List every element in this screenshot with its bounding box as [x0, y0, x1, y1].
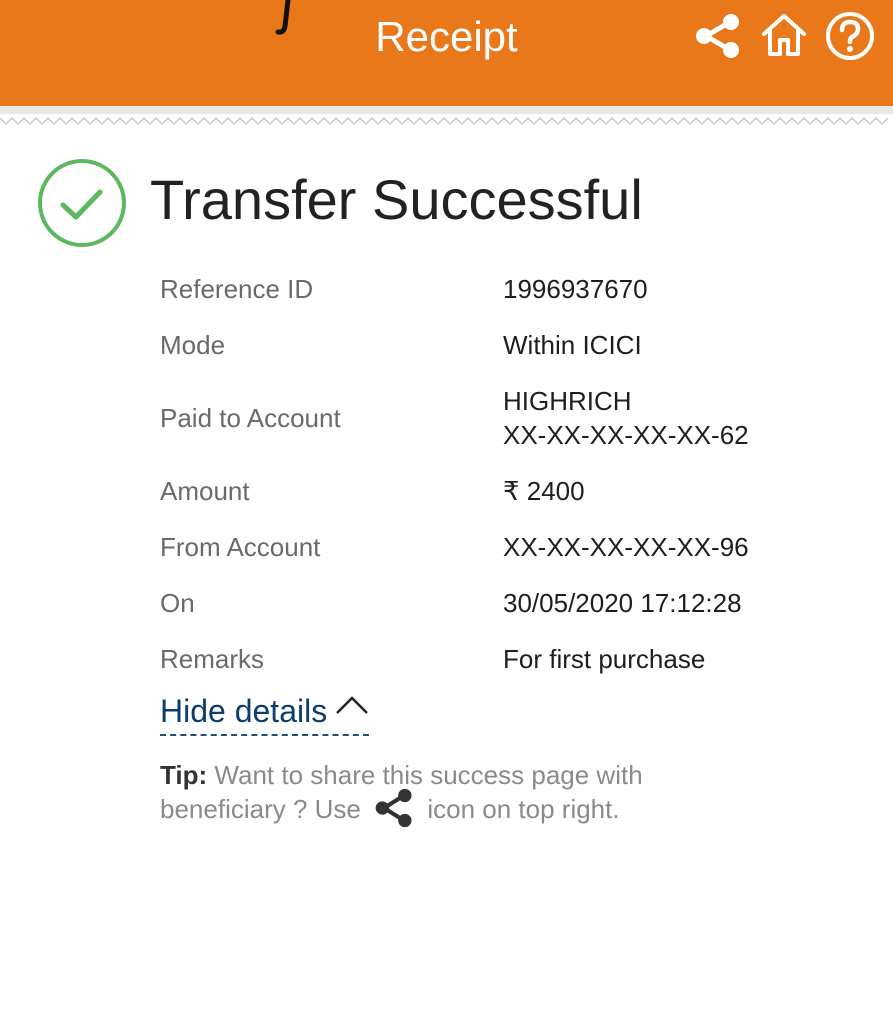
detail-row-paid-to-account: Paid to Account HIGHRICH XX-XX-XX-XX-XX-…	[160, 384, 860, 452]
header-bar: Receipt	[0, 0, 893, 106]
detail-label: On	[160, 588, 195, 618]
share-icon[interactable]	[694, 14, 742, 58]
detail-row-amount: Amount ₹ 2400	[160, 474, 860, 508]
help-icon[interactable]	[824, 10, 876, 62]
detail-value: 1996937670	[503, 274, 648, 304]
detail-row-reference-id: Reference ID 1996937670	[160, 272, 860, 306]
detail-row-from-account: From Account XX-XX-XX-XX-XX-96	[160, 530, 860, 564]
detail-value: ₹ 2400	[503, 476, 585, 506]
details-list: Reference ID 1996937670 Mode Within ICIC…	[160, 272, 860, 698]
detail-label: Reference ID	[160, 274, 314, 304]
check-circle-icon	[38, 159, 126, 247]
hide-details-link[interactable]: Hide details	[160, 690, 370, 736]
detail-value: Within ICICI	[503, 330, 642, 360]
page-title: Transfer Successful	[150, 168, 643, 231]
detail-label: Paid to Account	[160, 403, 341, 433]
tip-text: Tip: Want to share this success page wit…	[160, 758, 760, 828]
receipt-page: Receipt Transfer Successful Reference ID	[0, 0, 893, 1024]
chevron-up-icon	[336, 696, 369, 714]
detail-value: For first purchase	[503, 644, 706, 674]
detail-row-mode: Mode Within ICICI	[160, 328, 860, 362]
detail-value: XX-XX-XX-XX-XX-96	[503, 532, 749, 562]
hide-details-label: Hide details	[160, 693, 328, 729]
detail-row-on: On 30/05/2020 17:12:28	[160, 586, 860, 620]
detail-label: Remarks	[160, 644, 265, 674]
detail-label: Amount	[160, 476, 250, 506]
share-icon	[375, 788, 412, 828]
detail-value: 30/05/2020 17:12:28	[503, 588, 742, 618]
home-icon[interactable]	[760, 12, 808, 58]
detail-row-remarks: Remarks For first purchase	[160, 642, 860, 676]
tip-text-after: icon on top right.	[427, 794, 620, 824]
receipt-edge	[0, 106, 893, 126]
tip-label: Tip:	[160, 760, 208, 790]
detail-label: From Account	[160, 532, 321, 562]
detail-value: HIGHRICH XX-XX-XX-XX-XX-62	[503, 386, 749, 450]
detail-label: Mode	[160, 330, 226, 360]
